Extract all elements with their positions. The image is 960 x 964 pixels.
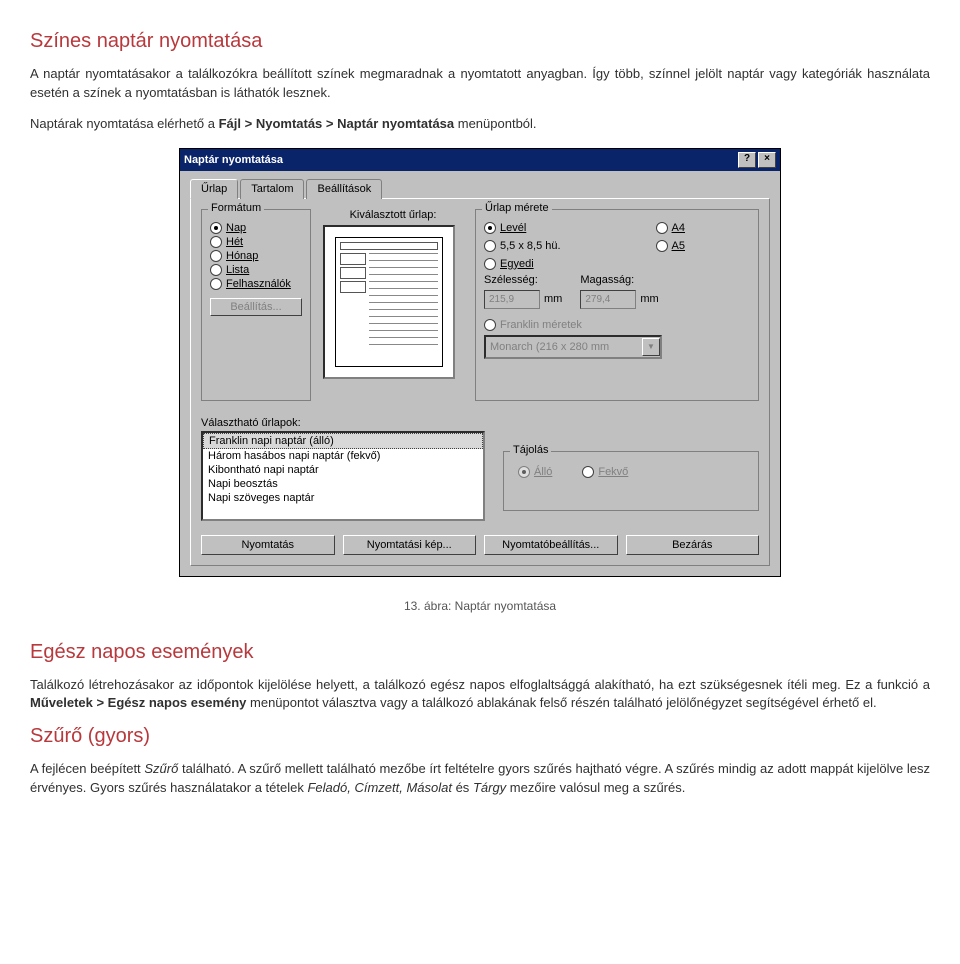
list-item[interactable]: Három hasábos napi naptár (fekvő) bbox=[203, 449, 483, 463]
dialog-figure: Naptár nyomtatása ? × Űrlap Tartalom Beá… bbox=[30, 148, 930, 577]
paragraph: A naptár nyomtatásakor a találkozókra be… bbox=[30, 65, 930, 103]
section-title-allday-events: Egész napos események bbox=[30, 641, 930, 664]
settings-button[interactable]: Beállítás... bbox=[210, 298, 302, 316]
radio-het[interactable]: Hét bbox=[210, 236, 302, 248]
label: Felhasználók bbox=[226, 278, 291, 290]
radio-allo[interactable]: Álló bbox=[518, 466, 552, 478]
unit: mm bbox=[640, 293, 658, 305]
label: A4 bbox=[672, 222, 685, 234]
orientation-group-label: Tájolás bbox=[510, 444, 551, 456]
list-item[interactable]: Napi beosztás bbox=[203, 477, 483, 491]
dialog-title: Naptár nyomtatása bbox=[184, 154, 283, 166]
text: mezőire valósul meg a szűrés. bbox=[506, 780, 685, 795]
text: menüpontot választva vagy a találkozó ab… bbox=[246, 695, 876, 710]
paragraph: A fejlécen beépített Szűrő található. A … bbox=[30, 760, 930, 798]
menu-path: Műveletek > Egész napos esemény bbox=[30, 695, 246, 710]
menu-path: Fájl > Nyomtatás > Naptár nyomtatása bbox=[219, 116, 455, 131]
width-label: Szélesség: bbox=[484, 274, 562, 286]
radio-nap[interactable]: Nap bbox=[210, 222, 302, 234]
ui-term: Tárgy bbox=[473, 780, 506, 795]
format-group-label: Formátum bbox=[208, 202, 264, 214]
print-button[interactable]: Nyomtatás bbox=[201, 535, 335, 555]
unit: mm bbox=[544, 293, 562, 305]
label: Fekvő bbox=[598, 466, 628, 478]
label: 5,5 x 8,5 hü. bbox=[500, 240, 561, 252]
preview-label: Kiválasztott űrlap: bbox=[323, 209, 463, 221]
text: A naptár nyomtatásakor a találkozókra be… bbox=[30, 66, 930, 100]
label: Egyedi bbox=[500, 258, 534, 270]
form-preview bbox=[323, 225, 455, 379]
section-title-quick-filter: Szűrő (gyors) bbox=[30, 725, 930, 748]
form-list-label: Választható űrlapok: bbox=[201, 417, 485, 429]
radio-honap[interactable]: Hónap bbox=[210, 250, 302, 262]
label: Nap bbox=[226, 222, 246, 234]
radio-fekvo[interactable]: Fekvő bbox=[582, 466, 628, 478]
paragraph: Naptárak nyomtatása elérhető a Fájl > Ny… bbox=[30, 115, 930, 134]
dialog-titlebar: Naptár nyomtatása ? × bbox=[180, 149, 780, 171]
paragraph: Találkozó létrehozásakor az időpontok ki… bbox=[30, 676, 930, 714]
close-dialog-button[interactable]: Bezárás bbox=[626, 535, 760, 555]
size-group-label: Űrlap mérete bbox=[482, 202, 552, 214]
list-item[interactable]: Franklin napi naptár (álló) bbox=[203, 433, 483, 449]
height-input[interactable]: 279,4 bbox=[580, 290, 636, 309]
radio-a5[interactable]: A5 bbox=[656, 240, 750, 252]
height-label: Magasság: bbox=[580, 274, 658, 286]
list-item[interactable]: Kibontható napi naptár bbox=[203, 463, 483, 477]
franklin-combo[interactable]: Monarch (216 x 280 mm ▼ bbox=[484, 335, 662, 359]
tab-beallitasok[interactable]: Beállítások bbox=[306, 179, 382, 199]
radio-franklin[interactable]: Franklin méretek bbox=[484, 319, 750, 331]
radio-55x85[interactable]: 5,5 x 8,5 hü. bbox=[484, 240, 626, 252]
radio-a4[interactable]: A4 bbox=[656, 222, 750, 234]
print-preview-button[interactable]: Nyomtatási kép... bbox=[343, 535, 477, 555]
radio-level[interactable]: Levél bbox=[484, 222, 626, 234]
label: A5 bbox=[672, 240, 685, 252]
text: A fejlécen beépített bbox=[30, 761, 144, 776]
text: Naptárak nyomtatása elérhető a bbox=[30, 116, 219, 131]
tab-urlap[interactable]: Űrlap bbox=[190, 179, 238, 199]
printer-settings-button[interactable]: Nyomtatóbeállítás... bbox=[484, 535, 618, 555]
figure-caption: 13. ábra: Naptár nyomtatása bbox=[30, 599, 930, 613]
chevron-down-icon: ▼ bbox=[642, 338, 660, 356]
radio-felhasznalok[interactable]: Felhasználók bbox=[210, 278, 302, 290]
ui-term: Feladó, Címzett, Másolat bbox=[307, 780, 452, 795]
ui-term: Szűrő bbox=[144, 761, 178, 776]
label: Hét bbox=[226, 236, 243, 248]
text: menüpontból. bbox=[454, 116, 536, 131]
help-button[interactable]: ? bbox=[738, 152, 756, 168]
label: Franklin méretek bbox=[500, 319, 582, 331]
combo-value: Monarch (216 x 280 mm bbox=[490, 341, 609, 353]
list-item[interactable]: Napi szöveges naptár bbox=[203, 491, 483, 505]
radio-lista[interactable]: Lista bbox=[210, 264, 302, 276]
section-title-print-calendar: Színes naptár nyomtatása bbox=[30, 30, 930, 53]
text: és bbox=[452, 780, 473, 795]
text: Találkozó létrehozásakor az időpontok ki… bbox=[30, 677, 930, 692]
close-button[interactable]: × bbox=[758, 152, 776, 168]
tab-tartalom[interactable]: Tartalom bbox=[240, 179, 304, 199]
label: Levél bbox=[500, 222, 526, 234]
label: Hónap bbox=[226, 250, 258, 262]
label: Álló bbox=[534, 466, 552, 478]
label: Lista bbox=[226, 264, 249, 276]
width-input[interactable]: 215,9 bbox=[484, 290, 540, 309]
radio-egyedi[interactable]: Egyedi bbox=[484, 258, 626, 270]
print-calendar-dialog: Naptár nyomtatása ? × Űrlap Tartalom Beá… bbox=[179, 148, 781, 577]
form-listbox[interactable]: Franklin napi naptár (álló) Három hasábo… bbox=[201, 431, 485, 521]
